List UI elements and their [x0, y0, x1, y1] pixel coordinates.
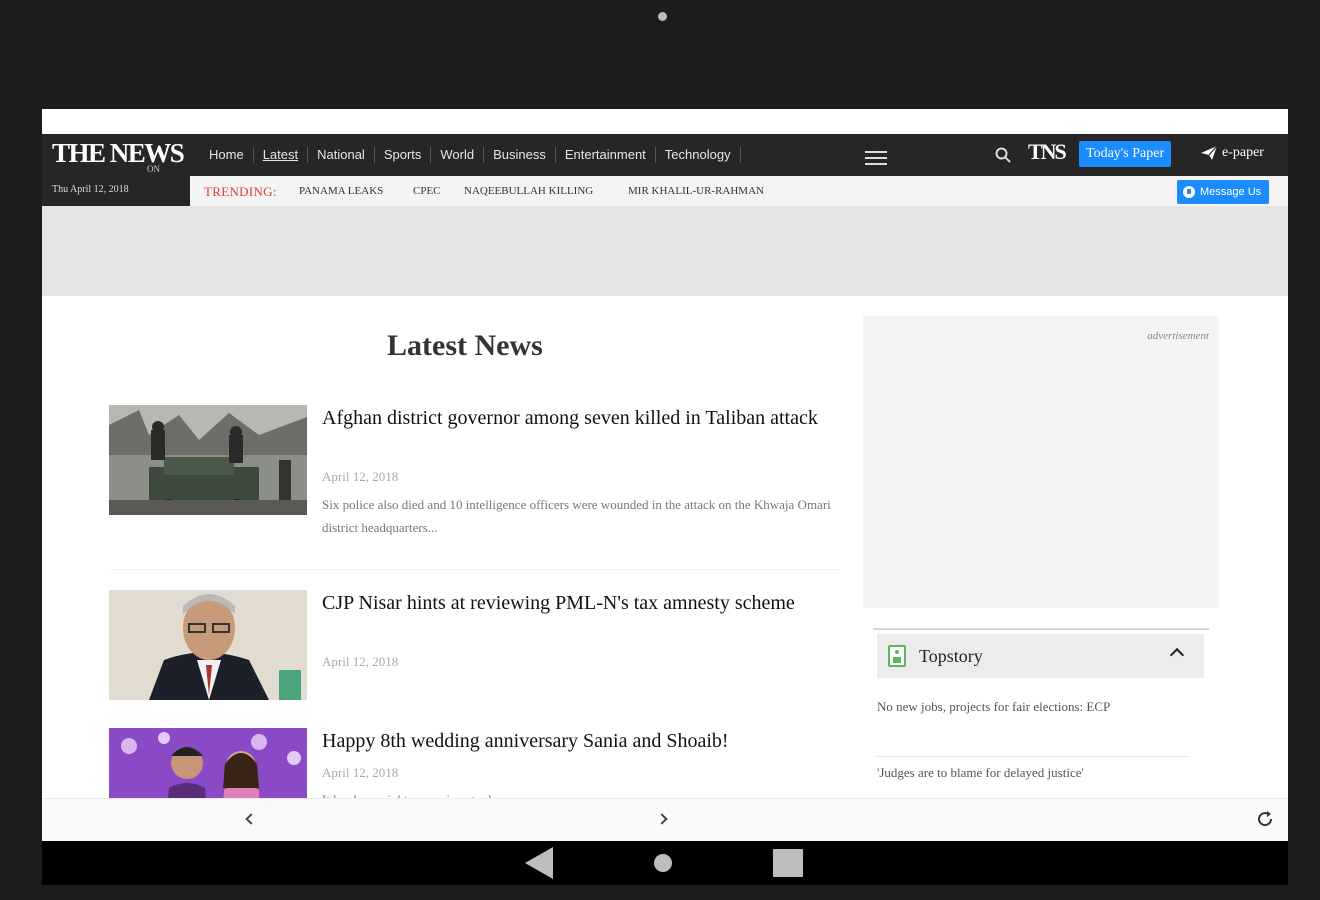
trending-item-mir-khalil[interactable]: MIR KHALIL-UR-RAHMAN [628, 185, 764, 197]
sidebar-ad: advertisement [863, 316, 1219, 608]
article-summary: Six police also died and 10 intelligence… [322, 497, 831, 535]
trending-item-naqeebullah[interactable]: NAQEEBULLAH KILLING [464, 185, 593, 197]
article-date: April 12, 2018 [322, 469, 399, 484]
nav-entertainment[interactable]: Entertainment [556, 147, 656, 163]
topstory-divider [873, 628, 1209, 630]
search-icon[interactable] [995, 147, 1011, 163]
topstory-icon [888, 645, 906, 667]
hamburger-menu-icon[interactable] [865, 151, 887, 165]
topstory-item[interactable]: 'Judges are to blame for delayed justice… [877, 762, 1137, 784]
system-home-icon[interactable] [654, 854, 672, 872]
page-title: Latest News [387, 329, 543, 362]
browser-screen: THE NEWS ON Thu April 12, 2018 Home Late… [42, 109, 1288, 841]
android-nav-bar [42, 841, 1288, 885]
header-date: Thu April 12, 2018 [52, 184, 129, 195]
forward-chevron-icon[interactable] [656, 813, 668, 825]
message-us-label: Message Us [1200, 186, 1262, 198]
trending-label: TRENDING: [204, 184, 277, 199]
back-chevron-icon[interactable] [245, 813, 257, 825]
trending-item-panama-leaks[interactable]: PANAMA LEAKS [299, 185, 383, 197]
tns-logo[interactable]: TNS [1028, 139, 1067, 165]
topstory-title: Topstory [919, 646, 983, 666]
article-thumbnail[interactable] [109, 405, 307, 515]
site-logo[interactable]: THE NEWS [52, 138, 185, 169]
article-item[interactable]: CJP Nisar hints at reviewing PML-N's tax… [109, 590, 839, 705]
topstory-header[interactable]: Topstory [877, 634, 1204, 678]
camera-icon [658, 12, 667, 21]
nav-national[interactable]: National [308, 147, 375, 163]
nav-technology[interactable]: Technology [656, 147, 741, 163]
article-date: April 12, 2018 [322, 654, 399, 669]
article-headline[interactable]: CJP Nisar hints at reviewing PML-N's tax… [322, 590, 832, 617]
logo-block[interactable]: THE NEWS ON Thu April 12, 2018 [42, 134, 190, 206]
article-item[interactable]: Afghan district governor among seven kil… [109, 405, 839, 545]
main-nav: Home Latest National Sports World Busine… [200, 134, 741, 176]
message-icon [1183, 186, 1195, 198]
system-recents-icon[interactable] [773, 849, 803, 877]
paper-plane-icon [1201, 145, 1218, 160]
message-us-button[interactable]: Message Us [1177, 180, 1270, 204]
nav-world[interactable]: World [431, 147, 485, 163]
topstory-separator [877, 756, 1189, 757]
nav-sports[interactable]: Sports [375, 147, 432, 163]
article-headline[interactable]: Afghan district governor among seven kil… [322, 405, 832, 432]
topstory-item[interactable]: No new jobs, projects for fair elections… [877, 696, 1137, 718]
reload-icon[interactable] [1255, 809, 1275, 829]
todays-paper-button[interactable]: Today's Paper [1079, 141, 1172, 167]
article-thumbnail[interactable] [109, 590, 307, 700]
article-separator [109, 569, 839, 570]
top-ad-banner [42, 206, 1288, 296]
chevron-up-icon[interactable] [1169, 647, 1185, 663]
browser-bottom-bar [42, 798, 1288, 841]
status-strip [42, 109, 1288, 134]
nav-business[interactable]: Business [484, 147, 556, 163]
trending-item-cpec[interactable]: CPEC [413, 185, 441, 197]
logo-tag: ON [147, 164, 160, 174]
article-item[interactable]: Happy 8th wedding anniversary Sania and … [109, 728, 839, 838]
ad-label: advertisement [1147, 330, 1209, 342]
system-back-icon[interactable] [525, 847, 553, 879]
article-headline[interactable]: Happy 8th wedding anniversary Sania and … [322, 728, 832, 755]
epaper-link[interactable]: e-paper [1200, 145, 1264, 161]
nav-home[interactable]: Home [200, 147, 254, 163]
nav-latest[interactable]: Latest [254, 147, 309, 163]
epaper-label: e-paper [1222, 145, 1264, 160]
trending-bar: TRENDING: PANAMA LEAKS CPEC NAQEEBULLAH … [190, 176, 1288, 206]
article-date: April 12, 2018 [322, 765, 399, 780]
